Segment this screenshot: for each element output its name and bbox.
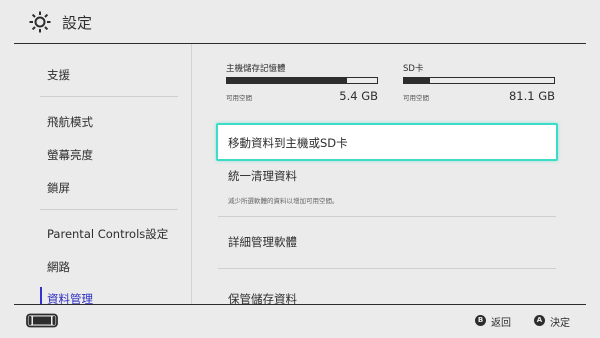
confirm-button[interactable]: 決定 <box>550 314 570 329</box>
sidebar-item-brightness[interactable]: 螢幕亮度 <box>47 147 93 163</box>
sd-card-free-value: 81.1 GB <box>508 89 555 103</box>
sidebar-item-network[interactable]: 網路 <box>47 259 70 275</box>
sidebar-item-airplane-mode[interactable]: 飛航模式 <box>47 114 93 130</box>
options-divider <box>218 216 556 217</box>
cleanup-description: 減少所選軟體的資料以增加可用空間。 <box>228 197 339 205</box>
data-management-panel: 主機儲存記憶體 可用空間 5.4 GB SD卡 可用空間 81.1 GB 移動資… <box>200 44 600 304</box>
sd-card-label: SD卡 <box>403 64 424 74</box>
sidebar-content-divider <box>191 44 192 304</box>
sd-card-storage-fill <box>404 78 430 83</box>
footer-divider <box>14 304 586 305</box>
sidebar-item-parental-controls[interactable]: Parental Controls設定 <box>47 226 168 242</box>
sd-card-storage-bar <box>403 77 555 84</box>
internal-storage-fill <box>227 78 347 83</box>
sidebar: 支援 飛航模式 螢幕亮度 鎖屏 Parental Controls設定 網路 資… <box>0 44 200 304</box>
sidebar-divider <box>40 209 178 210</box>
handheld-console-icon <box>26 313 58 328</box>
a-button-icon: A <box>534 315 545 326</box>
manage-software-button[interactable]: 詳細管理軟體 <box>228 234 568 250</box>
gear-icon <box>29 11 51 33</box>
save-data-button[interactable]: 保管儲存資料 <box>228 291 568 304</box>
sd-card-free-label: 可用空間 <box>403 94 429 102</box>
b-button-icon: B <box>475 315 486 326</box>
sidebar-divider <box>40 96 178 97</box>
sidebar-item-screen-lock[interactable]: 鎖屏 <box>47 180 70 196</box>
sidebar-item-data-management[interactable]: 資料管理 <box>47 291 93 304</box>
move-data-button[interactable]: 移動資料到主機或SD卡 <box>216 123 558 161</box>
internal-storage-label: 主機儲存記憶體 <box>226 64 286 74</box>
internal-free-label: 可用空間 <box>226 94 252 102</box>
back-button[interactable]: 返回 <box>491 314 511 329</box>
options-divider <box>218 268 556 269</box>
sidebar-selection-indicator <box>40 287 42 304</box>
internal-storage-info: 主機儲存記憶體 可用空間 5.4 GB <box>226 62 378 103</box>
cleanup-data-button[interactable]: 統一清理資料 <box>228 168 568 184</box>
header: 設定 <box>0 0 600 44</box>
internal-free-value: 5.4 GB <box>339 89 378 103</box>
sd-card-storage-info: SD卡 可用空間 81.1 GB <box>403 62 555 103</box>
page-title: 設定 <box>62 14 93 32</box>
move-data-label: 移動資料到主機或SD卡 <box>228 136 348 150</box>
internal-storage-bar <box>226 77 378 84</box>
sidebar-item-support[interactable]: 支援 <box>47 67 70 83</box>
